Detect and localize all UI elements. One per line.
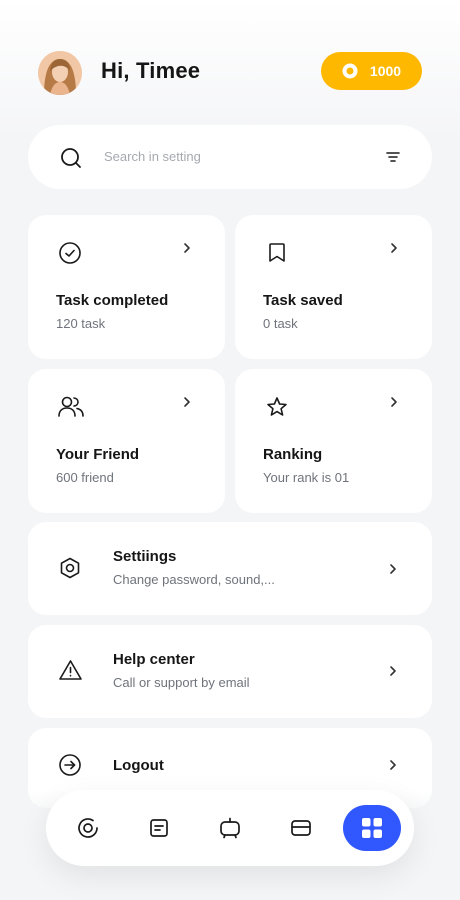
target-icon (76, 816, 100, 840)
chevron-right-icon (388, 396, 400, 408)
chevron-right-icon (387, 759, 399, 771)
chevron-right-icon (181, 396, 193, 408)
menu-item-title: Logout (113, 757, 164, 774)
search-bar[interactable]: Search in setting (28, 125, 432, 189)
coin-balance-button[interactable]: 1000 (321, 52, 422, 90)
tile-title: Task completed (56, 292, 169, 309)
tile-subtitle: 0 task (263, 316, 298, 331)
tile-title: Your Friend (56, 446, 140, 463)
avatar[interactable] (38, 51, 82, 95)
greeting-title: Hi, Timee (101, 58, 201, 83)
bottom-nav (46, 790, 414, 866)
nav-item-tv[interactable] (207, 805, 253, 851)
tv-icon (218, 816, 242, 840)
warning-icon (58, 658, 83, 682)
tile-ranking[interactable]: Ranking Your rank is 01 (235, 369, 432, 513)
tile-title: Ranking (263, 446, 323, 463)
chevron-right-icon (181, 242, 193, 254)
note-icon (148, 817, 170, 839)
chevron-right-icon (387, 665, 399, 677)
tile-subtitle: Your rank is 01 (263, 470, 350, 485)
card-icon (289, 816, 313, 840)
tile-task-saved[interactable]: Task saved 0 task (235, 215, 432, 359)
star-icon (265, 395, 289, 419)
arrow-right-circle-icon (58, 753, 82, 777)
tile-task-completed[interactable]: Task completed 120 task (28, 215, 225, 359)
menu-item-settings[interactable]: Settiings Change password, sound,... (28, 522, 432, 615)
users-icon (57, 395, 85, 419)
nav-item-grid[interactable] (343, 805, 401, 851)
menu-item-title: Settiings (113, 548, 177, 565)
menu-item-subtitle: Change password, sound,... (113, 572, 275, 587)
menu-item-help-center[interactable]: Help center Call or support by email (28, 625, 432, 718)
tile-title: Task saved (263, 292, 343, 309)
grid-icon (361, 817, 383, 839)
tile-subtitle: 600 friend (56, 470, 114, 485)
bookmark-icon (265, 241, 289, 265)
coin-count: 1000 (369, 63, 402, 79)
tile-subtitle: 120 task (56, 316, 106, 331)
check-circle-icon (58, 241, 82, 265)
nav-item-notes[interactable] (136, 805, 182, 851)
chevron-right-icon (387, 563, 399, 575)
nav-item-card[interactable] (278, 805, 324, 851)
chevron-right-icon (388, 242, 400, 254)
tile-your-friend[interactable]: Your Friend 600 friend (28, 369, 225, 513)
coin-icon (342, 63, 358, 79)
search-input[interactable]: Search in setting (104, 149, 201, 164)
filter-icon[interactable] (385, 149, 401, 165)
search-icon[interactable] (59, 146, 83, 170)
menu-item-title: Help center (113, 651, 195, 668)
hexagon-gear-icon (58, 556, 82, 580)
nav-item-target[interactable] (65, 805, 111, 851)
menu-item-subtitle: Call or support by email (113, 675, 250, 690)
